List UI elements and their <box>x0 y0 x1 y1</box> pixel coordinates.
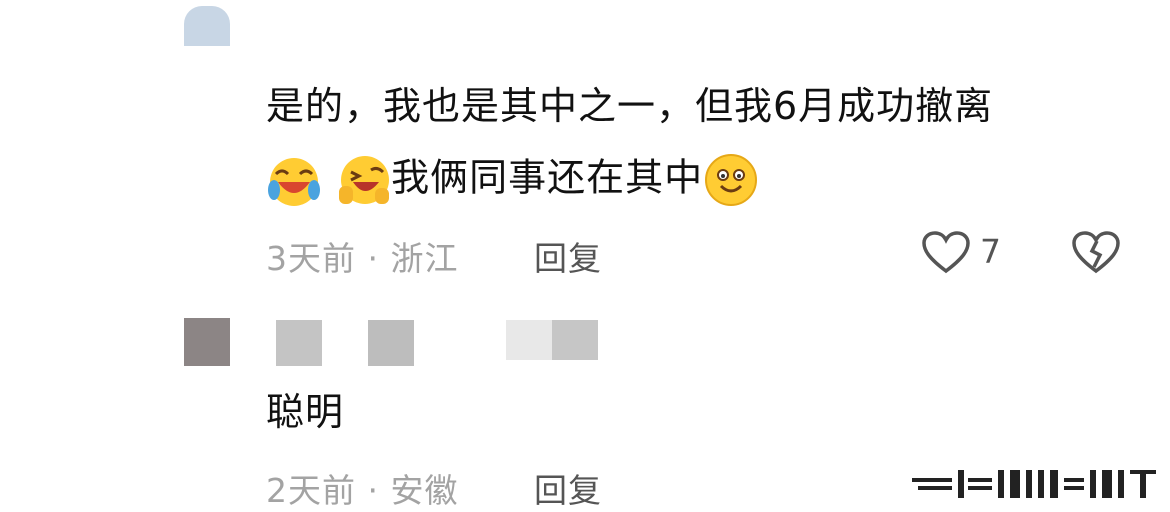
censored-username-block <box>368 320 414 366</box>
comment-1-location: 浙江 <box>390 239 459 278</box>
comment-2-text-content: 聪明 <box>266 390 345 434</box>
avatar-second[interactable] <box>184 318 230 366</box>
censored-username-block <box>506 320 552 360</box>
smiling-emoji-icon <box>705 154 758 206</box>
watermark-icon <box>912 470 1156 498</box>
laughing-crying-emoji-icon <box>268 158 320 206</box>
censored-username-block <box>552 320 598 360</box>
comment-2-location: 安徽 <box>390 471 459 510</box>
comment-text-line-1: 是的，我也是其中之一，但我6月成功撤离 <box>266 82 993 130</box>
censored-username-block <box>276 320 322 366</box>
comment-1-meta: 3天前 · 浙江 <box>266 232 458 280</box>
comment-2-time: 2天前 <box>266 471 356 510</box>
comment-1-text-line1: 是的，我也是其中之一，但我6月成功撤离 <box>266 84 994 128</box>
comment-1-text-line2: 我俩同事还在其中 <box>391 155 704 200</box>
comment-text-line-2: 我俩同事还在其中 <box>266 152 759 208</box>
avatar-top[interactable] <box>184 6 230 46</box>
meta-separator: · <box>356 239 391 278</box>
broken-heart-icon[interactable] <box>1072 231 1120 275</box>
reply-button[interactable]: 回复 <box>534 232 602 280</box>
winking-laughing-emoji-icon <box>339 156 390 204</box>
comment-2-text: 聪明 <box>266 388 344 436</box>
comment-1-time: 3天前 <box>266 239 356 278</box>
meta-separator: · <box>356 471 391 510</box>
comment-2-meta: 2天前 · 安徽 <box>266 464 458 512</box>
heart-icon[interactable] <box>922 231 970 275</box>
like-count: 7 <box>980 232 1001 271</box>
reply-button[interactable]: 回复 <box>534 464 602 512</box>
